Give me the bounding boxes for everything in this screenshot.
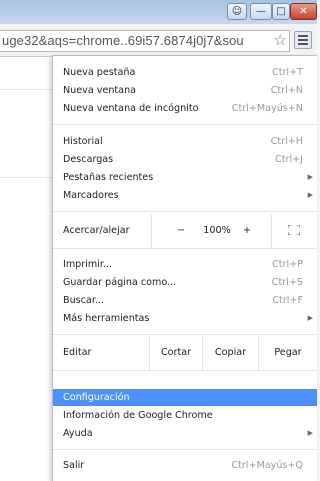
menu-item-shortcut: Ctrl+N [270, 85, 303, 96]
edit-label: Editar [63, 347, 92, 358]
menu-item-more-tools[interactable]: Más herramientas ▶ [53, 310, 317, 327]
menu-item-label: Pestañas recientes [63, 172, 154, 183]
menu-item-print[interactable]: Imprimir... Ctrl+P [53, 256, 317, 273]
menu-separator [53, 124, 317, 125]
zoom-label: Acercar/alejar [63, 225, 130, 236]
zoom-divider [271, 214, 272, 248]
menu-item-label: Nueva ventana de incógnito [63, 103, 199, 114]
window-title-bar: ☺ — □ ✕ [0, 0, 317, 24]
edit-row: Editar Cortar Copiar Pegar [53, 336, 317, 370]
submenu-arrow-icon: ▶ [307, 191, 313, 199]
copy-button[interactable]: Copiar [203, 336, 258, 370]
close-icon[interactable]: ✕ [290, 3, 317, 20]
menu-item-shortcut: Ctrl+S [271, 277, 303, 288]
zoom-level: 100% [203, 225, 231, 236]
menu-item-find[interactable]: Buscar... Ctrl+F [53, 292, 317, 309]
menu-item-shortcut: Ctrl+T [272, 67, 303, 78]
menu-item-about[interactable]: Información de Google Chrome [53, 407, 317, 424]
menu-item-label: Historial [63, 136, 103, 147]
cut-button[interactable]: Cortar [150, 336, 202, 370]
menu-item-help[interactable]: Ayuda ▶ [53, 425, 317, 442]
menu-item-downloads[interactable]: Descargas Ctrl+J [53, 151, 317, 168]
zoom-row: Acercar/alejar − 100% + [53, 214, 317, 248]
menu-separator [53, 370, 317, 371]
submenu-arrow-icon: ▶ [307, 173, 313, 181]
chrome-menu: Nueva pestaña Ctrl+T Nueva ventana Ctrl+… [52, 55, 317, 481]
menu-item-recent-tabs[interactable]: Pestañas recientes ▶ [53, 169, 317, 186]
menu-item-label: Descargas [63, 154, 114, 165]
menu-separator [53, 211, 317, 212]
menu-item-label: Marcadores [63, 190, 119, 201]
submenu-arrow-icon: ▶ [307, 429, 313, 437]
menu-item-label: Guardar página como... [63, 277, 177, 288]
page-content [0, 57, 52, 481]
star-icon[interactable]: ☆ [274, 31, 287, 49]
menu-item-label: Salir [63, 460, 85, 471]
maximize-icon[interactable]: □ [272, 3, 290, 20]
menu-item-history[interactable]: Historial Ctrl+H [53, 133, 317, 150]
menu-item-shortcut: Ctrl+J [275, 154, 303, 165]
menu-item-incognito[interactable]: Nueva ventana de incógnito Ctrl+Mayús+N [53, 100, 317, 117]
menu-item-label: Nueva pestaña [63, 67, 136, 78]
user-icon[interactable]: ☺ [227, 3, 247, 20]
menu-item-shortcut: Ctrl+P [272, 259, 303, 270]
menu-item-exit[interactable]: Salir Ctrl+Mayús+Q [53, 457, 317, 474]
address-bar-url[interactable]: uge32&aqs=chrome..69i57.6874j0j7&sou [2, 33, 244, 48]
menu-item-new-tab[interactable]: Nueva pestaña Ctrl+T [53, 64, 317, 81]
menu-separator [53, 248, 317, 249]
fullscreen-icon[interactable] [281, 214, 307, 248]
menu-item-bookmarks[interactable]: Marcadores ▶ [53, 187, 317, 204]
menu-item-shortcut: Ctrl+F [272, 295, 303, 306]
menu-item-label: Información de Google Chrome [63, 410, 213, 421]
menu-item-save-page[interactable]: Guardar página como... Ctrl+S [53, 274, 317, 291]
zoom-out-button[interactable]: − [171, 214, 191, 248]
menu-item-label: Nueva ventana [63, 85, 137, 96]
menu-item-shortcut: Ctrl+Mayús+Q [231, 460, 303, 471]
menu-item-label: Ayuda [63, 428, 93, 439]
browser-toolbar: uge32&aqs=chrome..69i57.6874j0j7&sou ☆ [0, 24, 317, 57]
menu-item-settings[interactable]: Configuración [53, 389, 317, 406]
menu-separator [53, 449, 317, 450]
menu-item-label: Configuración [63, 392, 130, 403]
paste-button[interactable]: Pegar [259, 336, 317, 370]
menu-item-label: Más herramientas [63, 313, 150, 324]
submenu-arrow-icon: ▶ [307, 314, 313, 322]
menu-item-new-window[interactable]: Nueva ventana Ctrl+N [53, 82, 317, 99]
menu-item-label: Imprimir... [63, 259, 113, 270]
zoom-divider [151, 214, 152, 248]
menu-item-shortcut: Ctrl+Mayús+N [231, 103, 303, 114]
menu-item-label: Buscar... [63, 295, 105, 306]
minimize-icon[interactable]: — [250, 3, 272, 20]
zoom-in-button[interactable]: + [237, 214, 257, 248]
menu-separator [53, 334, 317, 335]
menu-item-shortcut: Ctrl+H [270, 136, 303, 147]
hamburger-menu-icon[interactable] [294, 31, 312, 49]
address-bar[interactable]: uge32&aqs=chrome..69i57.6874j0j7&sou ☆ [0, 30, 290, 52]
